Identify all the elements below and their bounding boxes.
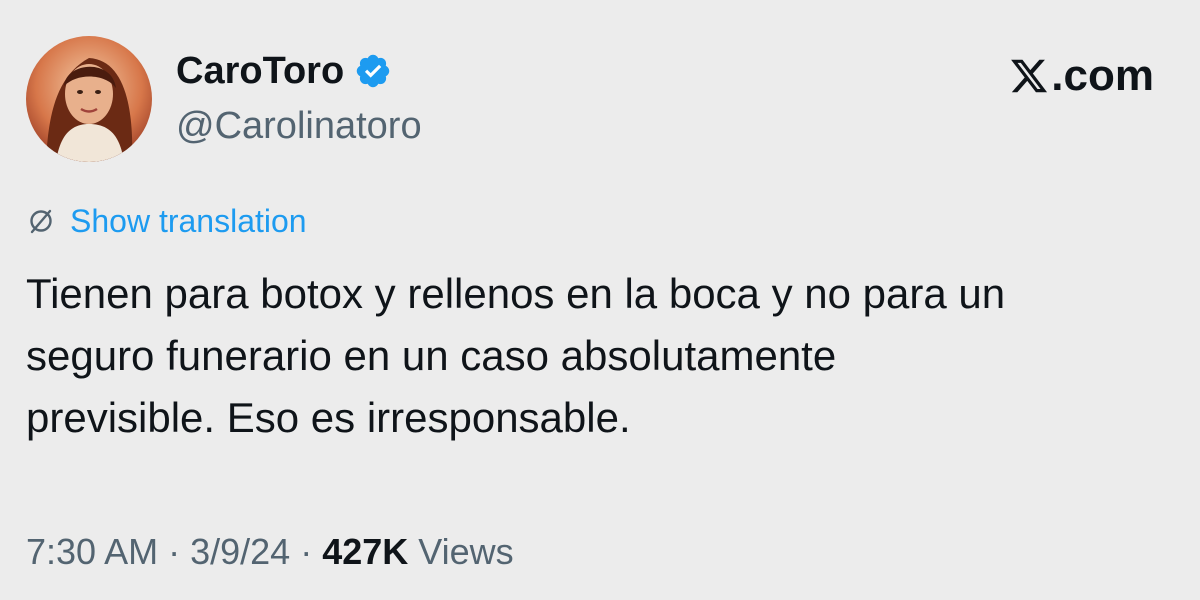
views-count[interactable]: 427K [322, 530, 408, 574]
show-translation-link[interactable]: Show translation [26, 201, 307, 241]
meta-separator: · [290, 531, 323, 572]
user-handle[interactable]: @Carolinatoro [176, 103, 422, 149]
tweet-card: CaroToro @Carolinatoro .com Show transla… [0, 0, 1200, 600]
brand-text: .com [1051, 51, 1154, 100]
tweet-date[interactable]: 3/9/24 [190, 530, 290, 574]
tweet-time[interactable]: 7:30 AM [26, 530, 158, 574]
globe-slash-icon [26, 206, 56, 236]
profile-photo-icon [26, 36, 152, 162]
views-label: Views [408, 531, 514, 572]
tweet-text: Tienen para botox y rellenos en la boca … [26, 270, 1006, 441]
meta-separator: · [158, 531, 191, 572]
display-name-text: CaroToro [176, 50, 345, 92]
display-name[interactable]: CaroToro [176, 48, 392, 94]
tweet-meta: 7:30 AM · 3/9/24 · 427K Views [26, 530, 514, 574]
verified-badge-icon [354, 52, 392, 90]
brand-watermark: .com [1009, 52, 1154, 100]
x-logo-icon [1009, 56, 1049, 96]
avatar[interactable] [26, 36, 152, 162]
show-translation-label: Show translation [70, 203, 307, 239]
